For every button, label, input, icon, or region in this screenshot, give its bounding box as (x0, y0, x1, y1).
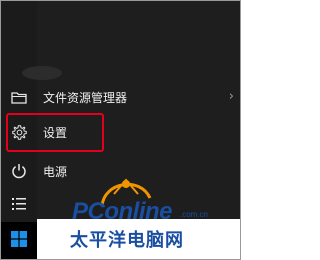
power-icon (1, 154, 37, 188)
menu-item-label: 文件资源管理器 (43, 90, 128, 105)
start-button[interactable] (1, 222, 37, 259)
chevron-right-icon[interactable]: › (229, 89, 234, 104)
list-icon (12, 196, 26, 215)
windows-logo-icon (11, 230, 27, 251)
all-apps-button[interactable] (1, 192, 37, 218)
watermark-brand: PConline (72, 198, 173, 225)
settings-highlight-box (6, 113, 104, 152)
pconline-watermark: PConline .com.cn 太平洋电脑网 (62, 176, 238, 258)
menu-item-file-explorer[interactable]: 文件资源管理器 › (1, 80, 240, 114)
watermark-domain: .com.cn (180, 210, 209, 219)
folder-icon (1, 80, 37, 114)
watermark-chinese-name: 太平洋电脑网 (70, 230, 184, 251)
user-avatar[interactable] (22, 66, 62, 80)
